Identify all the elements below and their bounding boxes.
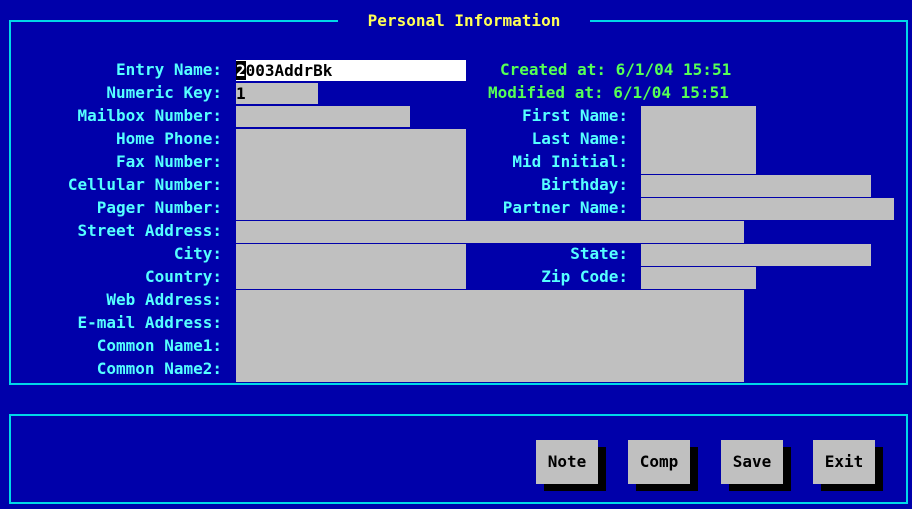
mailbox-number-label: Mailbox Number: [77, 106, 223, 125]
modified-at-value: 6/1/04 15:51 [613, 83, 729, 102]
last-name-label: Last Name: [531, 129, 628, 148]
entry-name-value: 2003AddrBk [236, 60, 332, 81]
city-field[interactable] [236, 244, 466, 289]
exit-button[interactable]: Exit [813, 440, 875, 484]
country-label: Country: [144, 267, 222, 286]
save-button[interactable]: Save [721, 440, 783, 484]
first-name-field[interactable] [641, 106, 756, 174]
partner-name-field[interactable] [641, 198, 894, 220]
created-at-value: 6/1/04 15:51 [615, 60, 732, 79]
birthday-label: Birthday: [541, 175, 628, 194]
partner-name-label: Partner Name: [502, 198, 628, 217]
modified-at-label: Modified at: [488, 83, 604, 102]
note-button[interactable]: Note [536, 440, 598, 484]
zip-code-field[interactable] [641, 267, 756, 289]
street-address-label: Street Address: [77, 221, 223, 240]
entry-name-text: 003AddrBk [245, 61, 333, 80]
modified-at: Modified at: 6/1/04 15:51 [488, 82, 729, 104]
zip-code-label: Zip Code: [541, 267, 628, 286]
home-phone-field[interactable] [236, 129, 466, 220]
cellular-number-label: Cellular Number: [67, 175, 222, 194]
numeric-key-label: Numeric Key: [106, 83, 222, 102]
fax-number-label: Fax Number: [116, 152, 222, 171]
mailbox-number-field[interactable] [236, 106, 410, 127]
created-at-label: Created at: [500, 60, 606, 79]
mid-initial-label: Mid Initial: [512, 152, 628, 171]
comp-button[interactable]: Comp [628, 440, 690, 484]
common-name1-label: Common Name1: [96, 336, 222, 355]
text-cursor: 2 [236, 61, 246, 80]
state-field[interactable] [641, 244, 871, 266]
numeric-key-field[interactable] [236, 83, 318, 104]
first-name-label: First Name: [522, 106, 628, 125]
window-title: Personal Information [338, 10, 590, 32]
web-address-field[interactable] [236, 290, 744, 382]
numeric-key-value: 1 [236, 84, 246, 103]
email-address-label: E-mail Address: [77, 313, 223, 332]
state-label: State: [570, 244, 628, 263]
birthday-field[interactable] [641, 175, 871, 197]
home-phone-label: Home Phone: [116, 129, 222, 148]
created-at: Created at: 6/1/04 15:51 [500, 59, 731, 81]
street-address-field[interactable] [236, 221, 744, 243]
common-name2-label: Common Name2: [96, 359, 222, 378]
entry-name-label: Entry Name: [116, 60, 222, 79]
pager-number-label: Pager Number: [96, 198, 222, 217]
web-address-label: Web Address: [106, 290, 222, 309]
city-label: City: [173, 244, 222, 263]
